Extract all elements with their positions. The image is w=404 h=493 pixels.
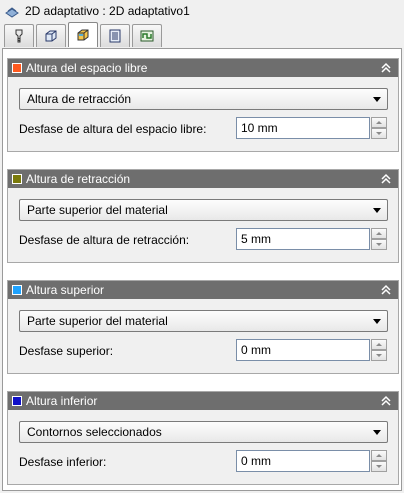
dropdown-value: Altura de retracción [27, 92, 132, 106]
retract-offset-spinner[interactable] [371, 228, 387, 250]
group-header[interactable]: Altura de retracción [8, 170, 398, 188]
top-height-group: Altura superior Parte superior del mater… [7, 280, 399, 374]
top-offset-input[interactable] [237, 343, 361, 357]
box-geometry-icon [45, 30, 57, 42]
collapse-chevron-icon[interactable] [380, 394, 392, 408]
color-swatch [12, 174, 22, 184]
group-header[interactable]: Altura del espacio libre [8, 59, 398, 77]
retract-height-from-dropdown[interactable]: Parte superior del material [19, 199, 388, 221]
dropdown-value: Contornos seleccionados [27, 425, 162, 439]
clearance-height-group: Altura del espacio libre Altura de retra… [7, 58, 399, 152]
retract-offset-input[interactable] [237, 232, 361, 246]
group-title: Altura superior [26, 283, 105, 297]
heights-panel: Altura del espacio libre Altura de retra… [2, 48, 402, 491]
spin-down-button[interactable] [371, 461, 387, 472]
dropdown-value: Parte superior del material [27, 203, 168, 217]
retract-offset-field[interactable] [236, 228, 370, 250]
top-offset-field[interactable] [236, 339, 370, 361]
window-titlebar: 2D adaptativo : 2D adaptativo1 [0, 0, 404, 22]
collapse-chevron-icon[interactable] [380, 172, 392, 186]
spin-up-button[interactable] [371, 228, 387, 239]
chevron-down-icon [373, 319, 381, 324]
group-title: Altura inferior [26, 394, 98, 408]
bottom-offset-label: Desfase inferior: [19, 455, 107, 469]
tab-strip [4, 22, 164, 48]
bottom-offset-spinner[interactable] [371, 450, 387, 472]
chevron-down-icon [373, 208, 381, 213]
tab-passes[interactable] [100, 24, 130, 47]
tool-icon [15, 29, 23, 43]
clearance-offset-field[interactable] [236, 117, 370, 139]
group-title: Altura de retracción [26, 172, 131, 186]
collapse-chevron-icon[interactable] [380, 61, 392, 75]
tab-geometry[interactable] [36, 24, 66, 47]
linking-icon [140, 30, 154, 42]
tab-tool[interactable] [4, 24, 34, 47]
retract-height-group: Altura de retracción Parte superior del … [7, 169, 399, 263]
clearance-height-from-dropdown[interactable]: Altura de retracción [19, 88, 388, 110]
bottom-height-group: Altura inferior Contornos seleccionados … [7, 391, 399, 485]
group-header[interactable]: Altura superior [8, 281, 398, 299]
color-swatch [12, 396, 22, 406]
bottom-height-from-dropdown[interactable]: Contornos seleccionados [19, 421, 388, 443]
group-header[interactable]: Altura inferior [8, 392, 398, 410]
clearance-offset-input[interactable] [237, 121, 361, 135]
group-title: Altura del espacio libre [26, 61, 148, 75]
color-swatch [12, 63, 22, 73]
spin-up-button[interactable] [371, 117, 387, 128]
spin-up-button[interactable] [371, 339, 387, 350]
toolpath-icon [5, 7, 19, 18]
color-swatch [12, 285, 22, 295]
clearance-offset-spinner[interactable] [371, 117, 387, 139]
top-offset-label: Desfase superior: [19, 344, 114, 358]
spin-down-button[interactable] [371, 128, 387, 139]
spin-up-button[interactable] [371, 450, 387, 461]
heights-icon [77, 29, 89, 41]
clearance-offset-label: Desfase de altura del espacio libre: [19, 122, 207, 136]
tab-heights[interactable] [68, 22, 98, 47]
top-height-from-dropdown[interactable]: Parte superior del material [19, 310, 388, 332]
tab-linking[interactable] [132, 24, 162, 47]
dropdown-value: Parte superior del material [27, 314, 168, 328]
passes-icon [109, 29, 121, 43]
chevron-down-icon [373, 430, 381, 435]
retract-offset-label: Desfase de altura de retracción: [19, 233, 190, 247]
top-offset-spinner[interactable] [371, 339, 387, 361]
collapse-chevron-icon[interactable] [380, 283, 392, 297]
bottom-offset-field[interactable] [236, 450, 370, 472]
chevron-down-icon [373, 97, 381, 102]
bottom-offset-input[interactable] [237, 454, 361, 468]
spin-down-button[interactable] [371, 350, 387, 361]
spin-down-button[interactable] [371, 239, 387, 250]
window-title: 2D adaptativo : 2D adaptativo1 [25, 4, 190, 18]
